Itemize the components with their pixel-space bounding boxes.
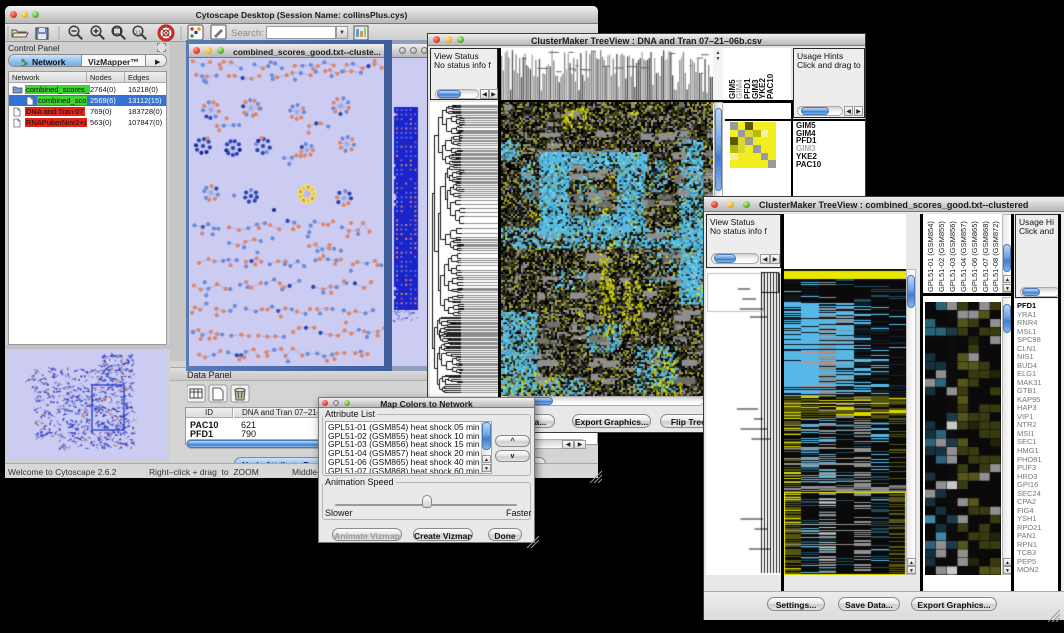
svg-text:1:1: 1:1 <box>135 30 142 35</box>
